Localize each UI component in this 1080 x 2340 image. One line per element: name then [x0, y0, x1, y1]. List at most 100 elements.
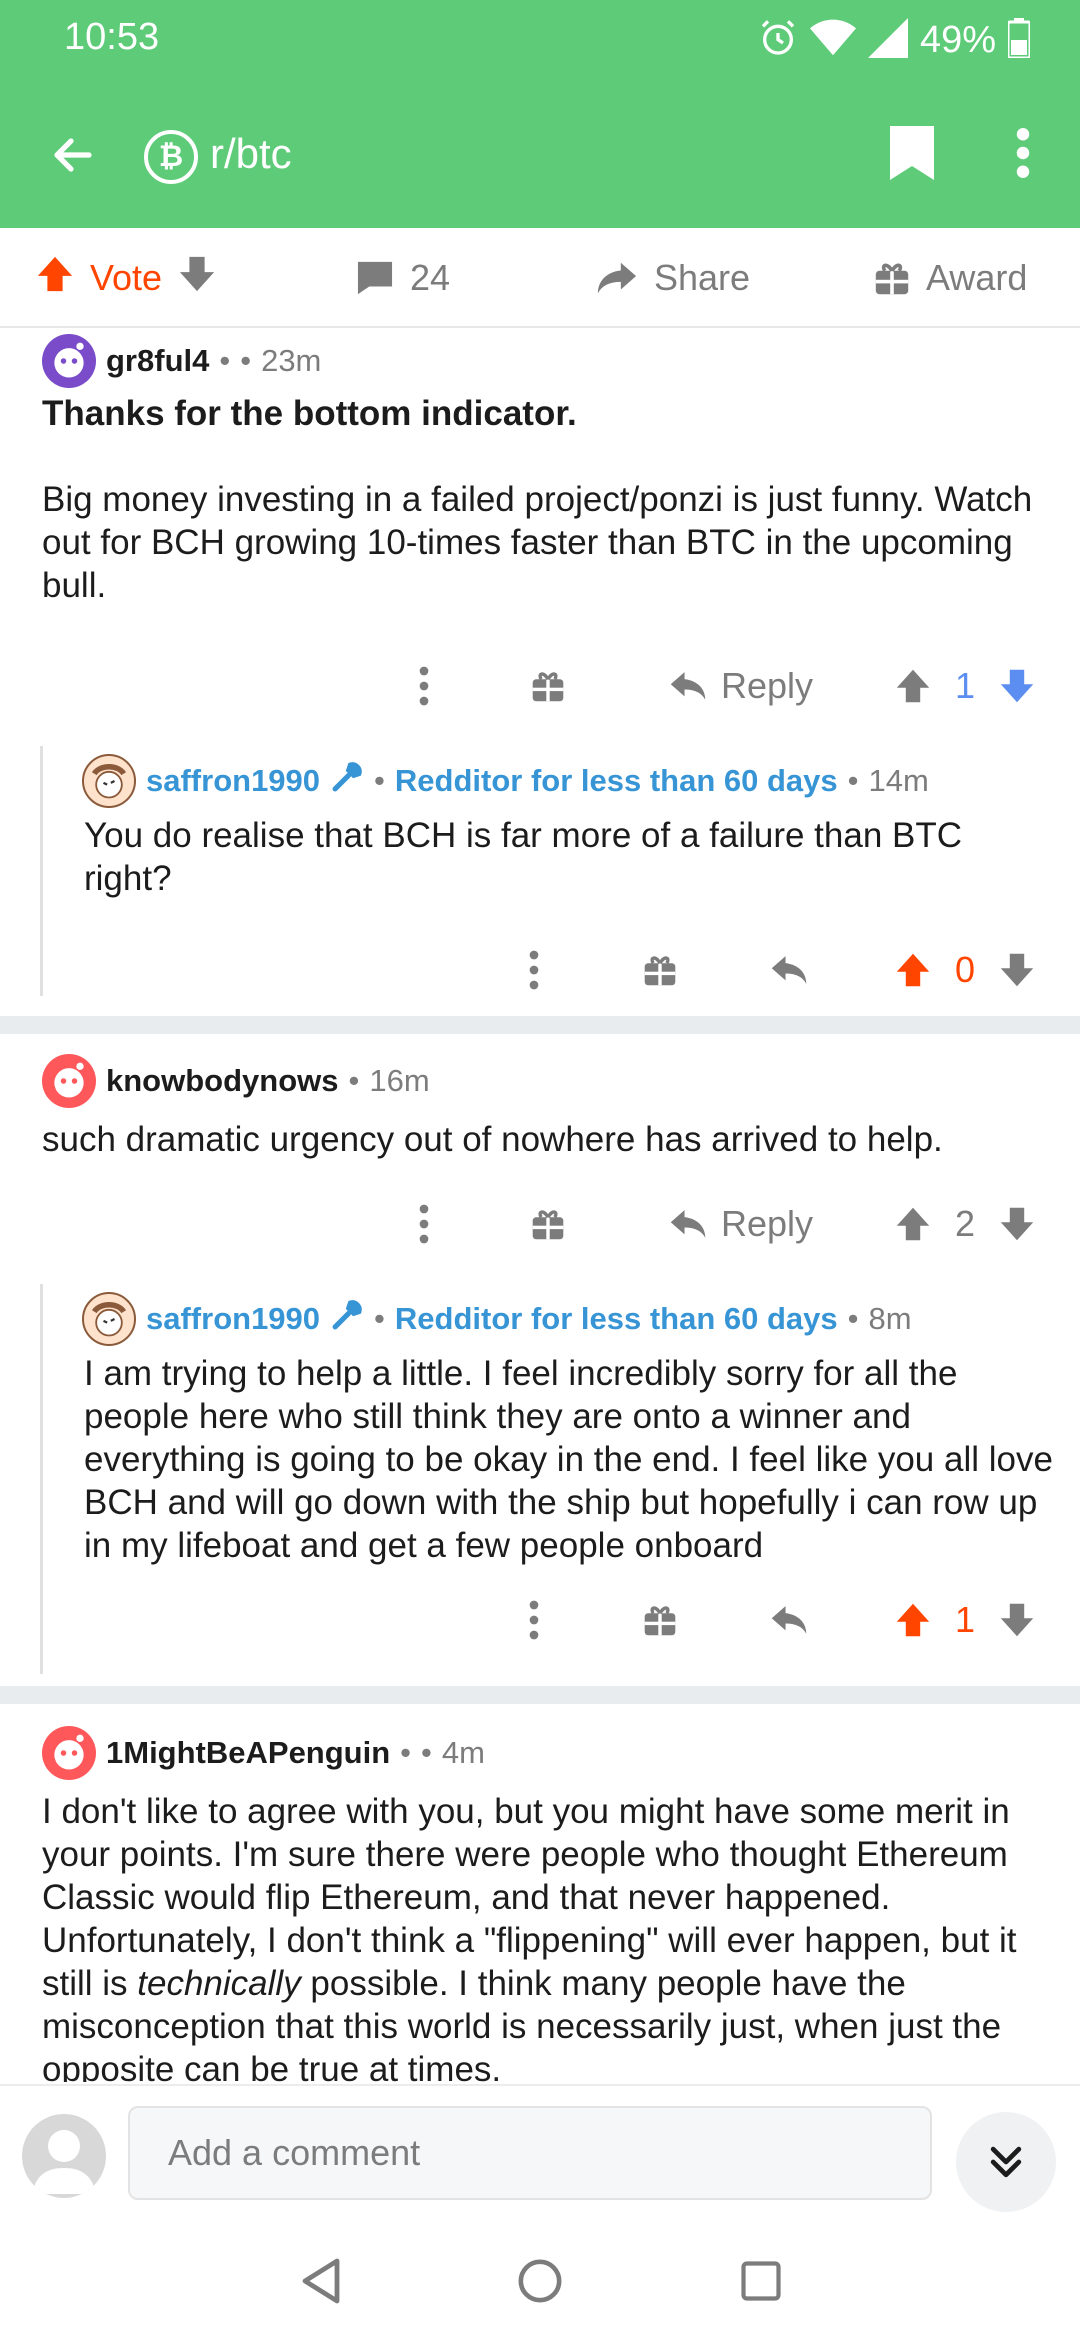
avatar[interactable] [42, 1054, 96, 1108]
comment-author[interactable]: gr8ful4 [106, 343, 209, 379]
reply-icon [670, 672, 706, 700]
more-options-button[interactable] [404, 1194, 444, 1254]
upvote-button[interactable] [888, 1590, 938, 1650]
comment-author[interactable]: 1MightBeAPenguin [106, 1735, 390, 1771]
downvote-button[interactable] [992, 656, 1042, 716]
comment-actions: Reply 2 [0, 1194, 1080, 1254]
avatar[interactable] [42, 1726, 96, 1780]
bookmark-button[interactable] [882, 118, 942, 188]
comment-time: 4m [441, 1735, 485, 1770]
upvote-button[interactable] [888, 940, 938, 1000]
award-button[interactable] [638, 940, 682, 1000]
avatar[interactable] [22, 2114, 106, 2198]
battery-icon [1006, 17, 1032, 63]
thread-separator [0, 1016, 1080, 1034]
downvote-button[interactable] [992, 1590, 1042, 1650]
back-button[interactable] [40, 122, 106, 188]
award-button[interactable] [638, 1590, 682, 1650]
post-action-bar: Vote 24 Share Award [0, 228, 1080, 328]
comment-time: 14m [868, 763, 929, 798]
comment-input[interactable] [128, 2106, 932, 2200]
downvote-button[interactable] [178, 255, 216, 302]
bitcoin-icon[interactable]: ₿ [144, 130, 198, 184]
upvote-icon [896, 1603, 930, 1637]
award-button[interactable]: Award [874, 250, 1027, 306]
meta-separator: • [240, 343, 252, 378]
comment-meta: gr8ful4 • • 23m [42, 334, 321, 388]
comment-author[interactable]: saffron1990 [146, 1301, 320, 1337]
avatar[interactable] [82, 754, 136, 808]
reply-button[interactable] [764, 940, 814, 1000]
vote-control: Vote [36, 250, 216, 306]
snoo-avatar-icon [54, 1734, 84, 1770]
upvote-icon [896, 953, 930, 987]
comment-meta: saffron1990 • Redditor for less than 60 … [82, 1292, 912, 1346]
downvote-button[interactable] [992, 1194, 1042, 1254]
more-vertical-icon [529, 1600, 539, 1640]
collapse-comments-button[interactable] [956, 2112, 1056, 2212]
comment-time: 23m [261, 343, 322, 378]
upvote-icon [896, 669, 930, 703]
nav-home-button[interactable] [505, 2246, 575, 2316]
reply-label: Reply [720, 665, 814, 706]
downvote-icon [1000, 1207, 1034, 1241]
meta-separator: • [847, 1301, 859, 1336]
comment-thread: knowbodynows • 16m such dramatic urgency… [0, 1034, 1080, 1684]
comment-author[interactable]: saffron1990 [146, 763, 320, 799]
subreddit-name[interactable]: r/btc [210, 130, 292, 178]
share-button[interactable]: Share [596, 250, 750, 306]
comment-body-text: I am trying to help a little. I feel inc… [84, 1354, 1053, 1565]
comment-author[interactable]: knowbodynows [106, 1063, 339, 1099]
circle-home-icon [518, 2259, 562, 2303]
reply-label: Reply [720, 1203, 814, 1244]
reply-icon [771, 956, 807, 984]
upvote-button[interactable] [888, 656, 938, 716]
comment-body-bold: Thanks for the bottom indicator. [42, 394, 577, 433]
user-flair: Redditor for less than 60 days [394, 1301, 838, 1336]
signal-icon [867, 17, 908, 63]
nav-back-button[interactable] [286, 2246, 356, 2316]
comment-body-text: such dramatic urgency out of nowhere has… [42, 1120, 943, 1159]
snoo-avatar-icon [91, 764, 127, 799]
score-value: 1 [954, 1599, 976, 1640]
upvote-button[interactable] [888, 1194, 938, 1254]
downvote-icon [1000, 1603, 1034, 1637]
more-options-button[interactable] [514, 1590, 554, 1650]
wifi-icon [809, 18, 856, 63]
user-placeholder-icon [32, 2130, 96, 2194]
avatar[interactable] [42, 334, 96, 388]
award-button[interactable] [526, 1194, 570, 1254]
more-options-button[interactable] [404, 656, 444, 716]
meta-separator: • [847, 763, 859, 798]
status-icons: 49% [758, 16, 1032, 64]
more-vertical-icon [419, 1204, 429, 1244]
battery-percent: 49% [919, 18, 996, 61]
downvote-icon [1000, 669, 1034, 703]
nav-recents-button[interactable] [726, 2246, 796, 2316]
more-options-button[interactable] [514, 940, 554, 1000]
upvote-button[interactable] [36, 255, 74, 302]
award-icon [532, 1210, 564, 1240]
more-vertical-icon [419, 666, 429, 706]
comment-meta: 1MightBeAPenguin • • 4m [42, 1726, 485, 1780]
status-bar: 10:53 49% [0, 0, 1080, 80]
reply-button[interactable] [764, 1590, 814, 1650]
triangle-back-icon [302, 2258, 340, 2304]
comments-button[interactable]: 24 [356, 250, 450, 306]
vote-label: Vote [90, 257, 163, 298]
award-button[interactable] [526, 656, 570, 716]
downvote-button[interactable] [992, 940, 1042, 1000]
comment-icon [357, 261, 393, 295]
score-value: 2 [954, 1203, 976, 1244]
reply-button[interactable]: Reply [656, 1194, 826, 1254]
more-options-button[interactable] [1000, 118, 1046, 188]
comment-body: I don't like to agree with you, but you … [42, 1790, 1072, 2082]
avatar[interactable] [82, 1292, 136, 1346]
comment-score: 2 [940, 1194, 990, 1254]
comment-score: 1 [940, 1590, 990, 1650]
header: 10:53 49% ₿ r/btc [0, 0, 1080, 228]
comment-body-text: I don't like to agree with you, but you … [42, 1790, 1072, 2082]
comment-body: Thanks for the bottom indicator. Big mon… [42, 392, 1062, 607]
reply-button[interactable]: Reply [656, 656, 826, 716]
comments-list: gr8ful4 • • 23m Thanks for the bottom in… [0, 330, 1080, 2082]
